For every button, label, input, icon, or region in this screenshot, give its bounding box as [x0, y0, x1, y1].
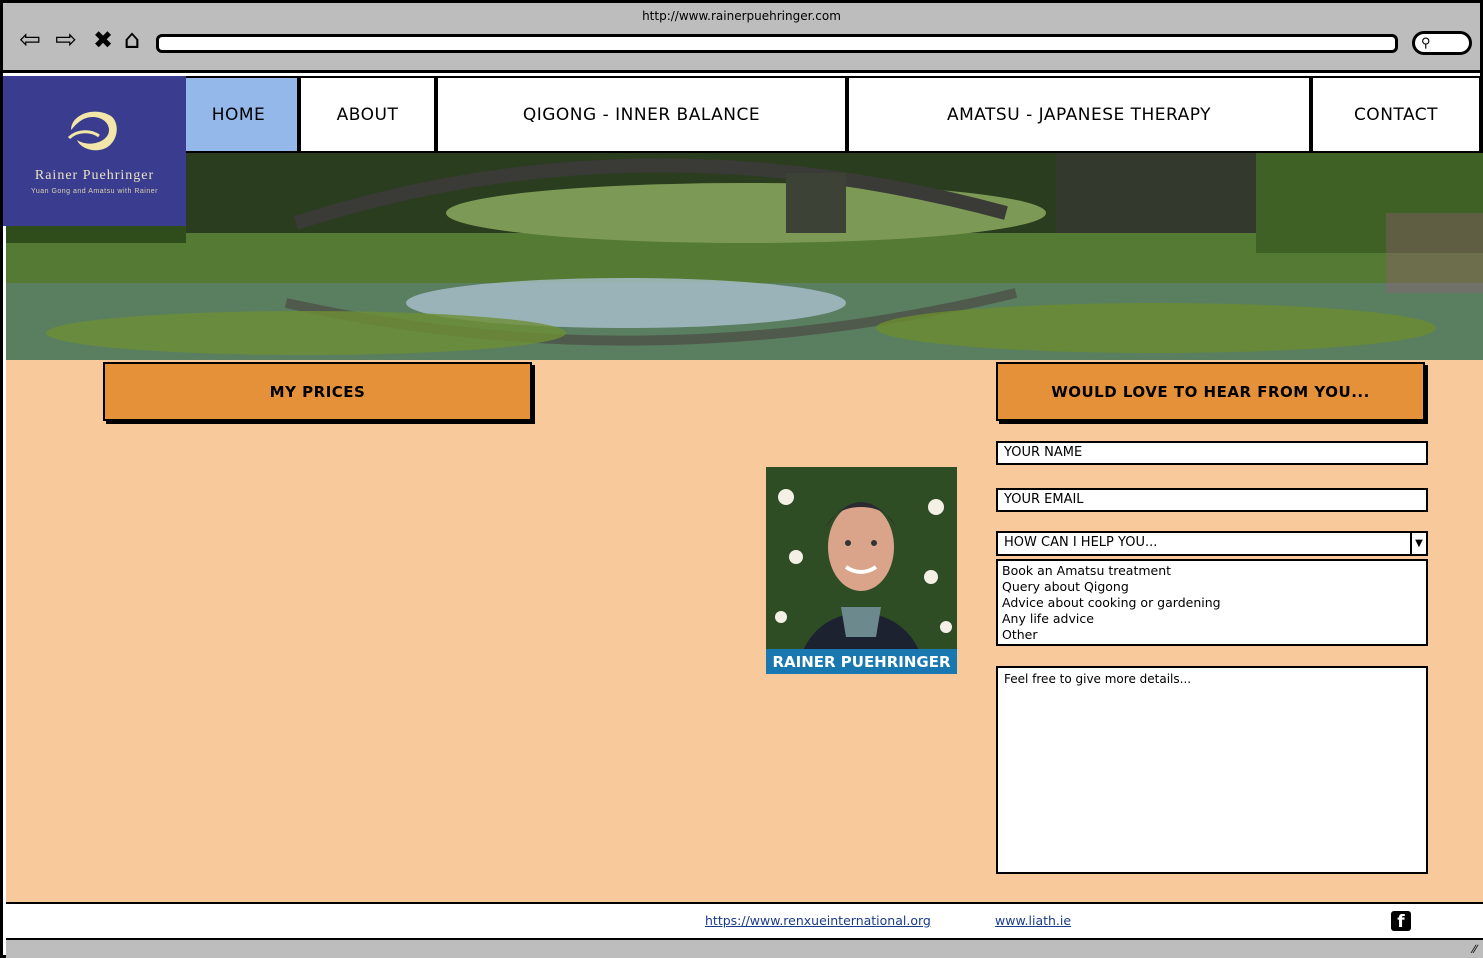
logo-tagline: Yuan Gong and Amatsu with Rainer — [31, 188, 158, 195]
tab-home[interactable]: HOME — [178, 76, 299, 153]
search-icon: ⚲ — [1421, 35, 1431, 50]
address-bar[interactable] — [156, 34, 1398, 53]
status-bar: ∕∕ — [6, 938, 1483, 958]
window-title-url: http://www.rainerpuehringer.com — [642, 9, 841, 23]
prices-header[interactable]: MY PRICES — [103, 362, 532, 421]
portrait-photo: RAINER PUEHRINGER — [766, 467, 957, 674]
renxue-link[interactable]: https://www.renxueinternational.org — [705, 913, 931, 928]
list-item[interactable]: Book an Amatsu treatment — [1002, 563, 1422, 579]
chevron-down-icon[interactable]: ▼ — [1410, 531, 1428, 556]
logo-name: Rainer Puehringer — [34, 168, 155, 183]
facebook-icon[interactable]: f — [1391, 911, 1411, 932]
forward-arrow-icon[interactable]: ⇨ — [51, 25, 81, 55]
browser-toolbar: http://www.rainerpuehringer.com ⇦ ⇨ ✖ ⌂ … — [3, 3, 1480, 73]
browser-window: http://www.rainerpuehringer.com ⇦ ⇨ ✖ ⌂ … — [0, 0, 1483, 958]
back-arrow-icon[interactable]: ⇦ — [15, 25, 45, 55]
footer: https://www.renxueinternational.org www.… — [6, 902, 1483, 938]
name-field[interactable]: YOUR NAME — [996, 441, 1428, 465]
tab-amatsu[interactable]: AMATSU - JAPANESE THERAPY — [847, 76, 1311, 153]
details-textarea[interactable]: Feel free to give more details... — [996, 666, 1428, 874]
help-options-list[interactable]: Book an Amatsu treatment Query about Qig… — [996, 559, 1428, 646]
portrait-caption: RAINER PUEHRINGER — [766, 649, 957, 674]
resize-grip-icon[interactable]: ∕∕ — [1473, 942, 1477, 956]
tab-about[interactable]: ABOUT — [299, 76, 436, 153]
home-icon[interactable]: ⌂ — [117, 25, 147, 55]
liath-link[interactable]: www.liath.ie — [995, 913, 1071, 928]
browser-search-field[interactable]: ⚲ — [1412, 31, 1472, 55]
close-icon[interactable]: ✖ — [88, 25, 118, 55]
tab-qigong[interactable]: QIGONG - INNER BALANCE — [436, 76, 847, 153]
help-select-value: HOW CAN I HELP YOU... — [1004, 535, 1158, 550]
tab-contact[interactable]: CONTACT — [1311, 76, 1481, 153]
list-item[interactable]: Query about Qigong — [1002, 579, 1422, 595]
contact-header: WOULD LOVE TO HEAR FROM YOU... — [996, 362, 1425, 421]
help-select[interactable]: HOW CAN I HELP YOU... ▼ — [996, 531, 1428, 556]
email-field[interactable]: YOUR EMAIL — [996, 488, 1428, 512]
main-content: MY PRICES WOULD LOVE TO HEAR FROM YOU...… — [6, 360, 1483, 902]
hero-banner-image — [6, 153, 1483, 360]
list-item[interactable]: Other — [1002, 627, 1422, 643]
logo-swirl-icon — [67, 111, 117, 151]
list-item[interactable]: Any life advice — [1002, 611, 1422, 627]
list-item[interactable]: Advice about cooking or gardening — [1002, 595, 1422, 611]
site-logo[interactable]: Rainer Puehringer Yuan Gong and Amatsu w… — [3, 76, 186, 226]
